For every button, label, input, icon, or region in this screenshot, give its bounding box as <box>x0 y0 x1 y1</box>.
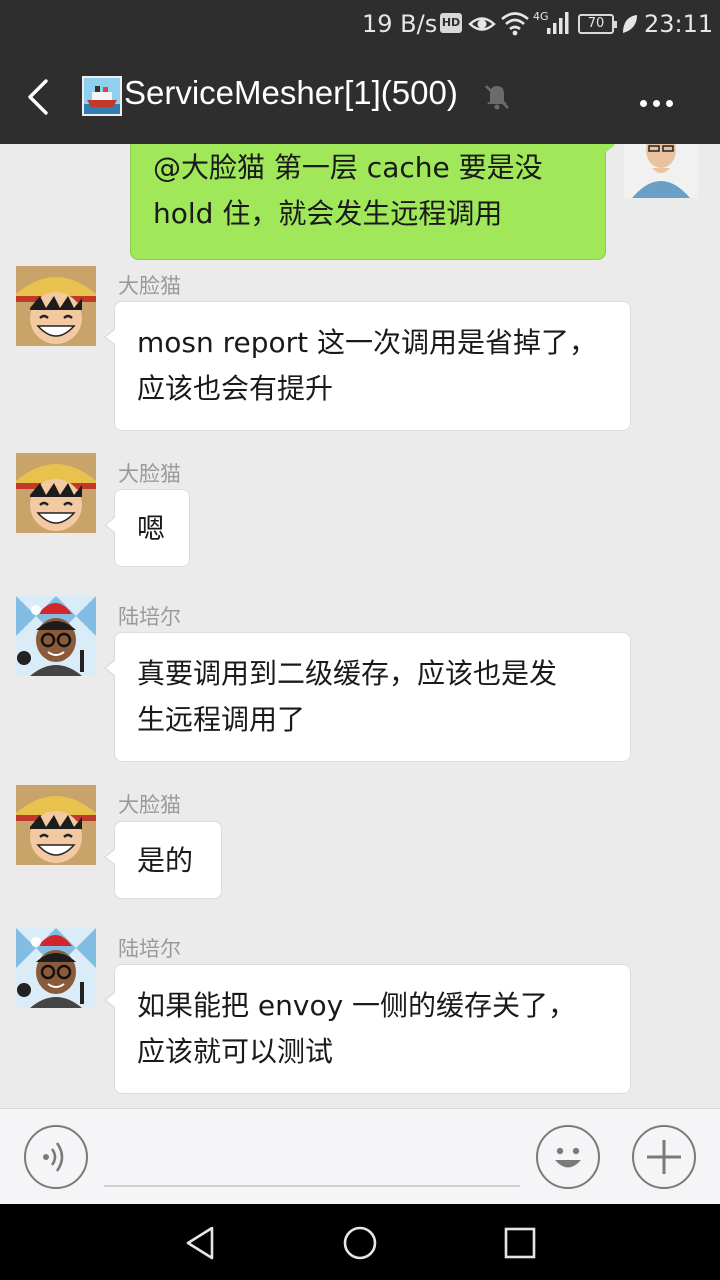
message-bubble[interactable]: 真要调用到二级缓存，应该也是发 生远程调用了 <box>104 632 631 762</box>
nav-home-icon[interactable] <box>341 1224 379 1262</box>
eye-icon <box>468 17 496 31</box>
plus-icon <box>647 1140 681 1174</box>
my-avatar[interactable] <box>624 144 698 198</box>
avatar-daliánmao[interactable] <box>16 266 96 346</box>
sender-name: 陆培尔 <box>118 605 181 629</box>
back-icon[interactable] <box>22 77 56 117</box>
message-bubble[interactable]: mosn report 这一次调用是省掉了， 应该也会有提升 <box>104 301 631 431</box>
more-icon[interactable] <box>640 92 686 107</box>
santa-hat-avatar-icon <box>16 596 96 676</box>
ship-icon <box>84 78 120 114</box>
message-bubble[interactable]: 是的 <box>104 821 222 899</box>
input-bar <box>0 1108 720 1204</box>
message-line: 如果能把 envoy 一侧的缓存关了， <box>137 989 577 1022</box>
luffy-avatar-icon <box>16 785 96 865</box>
message-list[interactable]: @大脸猫 第一层 cache 要是没 hold 住，就会发生远程调用 大脸猫 m… <box>0 144 720 1108</box>
avatar-daliánmao[interactable] <box>16 453 96 533</box>
santa-hat-avatar-icon <box>16 928 96 1008</box>
chat-header: ServiceMesher[1](500) <box>0 50 720 144</box>
message-input[interactable] <box>104 1129 520 1187</box>
message-line: 应该也会有提升 <box>137 372 334 405</box>
emoji-button[interactable] <box>536 1125 600 1189</box>
voice-button[interactable] <box>24 1125 88 1189</box>
wifi-icon <box>501 12 529 36</box>
sender-name: 大脸猫 <box>118 462 181 486</box>
message-line: mosn report 这一次调用是省掉了， <box>137 326 598 359</box>
sender-name: 大脸猫 <box>118 274 181 298</box>
clock: 23:11 <box>644 10 714 38</box>
message-bubble-mine[interactable]: @大脸猫 第一层 cache 要是没 hold 住，就会发生远程调用 <box>130 144 615 260</box>
luffy-avatar-icon <box>16 266 96 346</box>
message-line: hold 住，就会发生远程调用 <box>153 197 503 230</box>
avatar-lupeier[interactable] <box>16 928 96 1008</box>
status-bar: 19 B/s HD 4G 70 23:11 <box>0 0 720 50</box>
network-speed: 19 B/s <box>362 10 438 38</box>
signal-icon <box>547 12 569 34</box>
message-line: 嗯 <box>137 512 166 545</box>
plus-button[interactable] <box>632 1125 696 1189</box>
group-avatar <box>82 76 122 116</box>
message-bubble[interactable]: 嗯 <box>104 489 190 567</box>
mute-icon <box>485 85 509 110</box>
avatar-daliánmao[interactable] <box>16 785 96 865</box>
sender-name: 大脸猫 <box>118 793 181 817</box>
nav-recents-icon[interactable] <box>501 1224 539 1262</box>
voice-icon <box>43 1142 64 1172</box>
chat-title: ServiceMesher[1](500) <box>124 74 458 111</box>
emoji-icon <box>555 1147 581 1168</box>
message-bubble[interactable]: 如果能把 envoy 一侧的缓存关了， 应该就可以测试 <box>104 964 631 1094</box>
sender-name: 陆培尔 <box>118 937 181 961</box>
hd-badge: HD <box>440 13 462 33</box>
battery-indicator: 70 <box>578 14 617 34</box>
message-line: 应该就可以测试 <box>137 1035 334 1068</box>
leaf-icon <box>623 15 637 33</box>
message-line: 是的 <box>137 844 194 877</box>
luffy-avatar-icon <box>16 453 96 533</box>
nav-back-icon[interactable] <box>182 1224 220 1262</box>
message-line: @大脸猫 第一层 cache 要是没 <box>153 151 543 184</box>
avatar-lupeier[interactable] <box>16 596 96 676</box>
message-line: 真要调用到二级缓存，应该也是发 <box>137 657 558 690</box>
message-line: 生远程调用了 <box>137 703 306 736</box>
system-navigation-bar <box>0 1204 720 1280</box>
